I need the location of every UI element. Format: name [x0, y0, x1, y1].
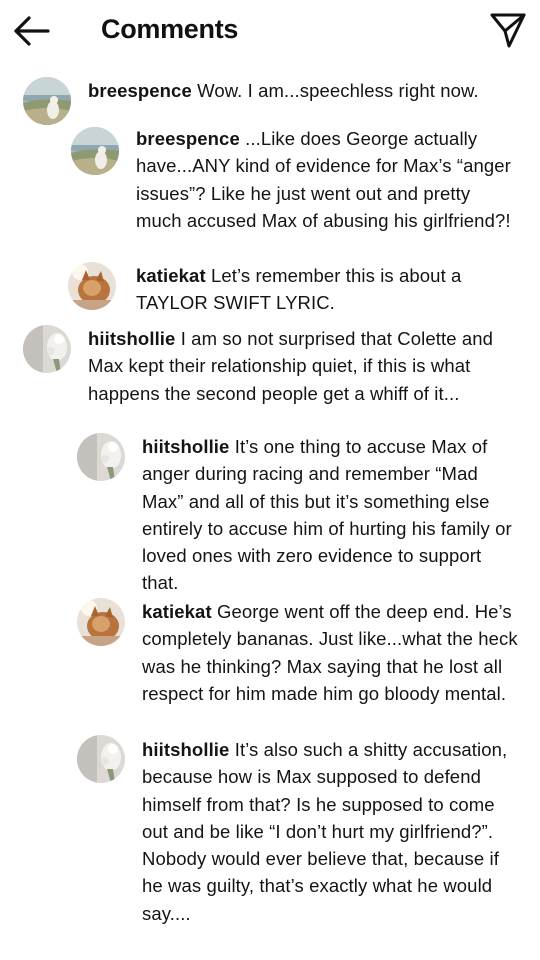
comment-text: Wow. I am...speechless right now.	[197, 80, 479, 101]
arrow-left-icon	[14, 16, 50, 46]
avatar[interactable]	[77, 735, 125, 783]
cat-photo-icon	[77, 598, 125, 646]
comment-username[interactable]: breespence	[88, 80, 192, 101]
comment-username[interactable]: katiekat	[142, 601, 212, 622]
avatar[interactable]	[68, 262, 116, 310]
share-button[interactable]	[484, 10, 528, 50]
avatar[interactable]	[71, 127, 119, 175]
cat-photo-icon	[68, 262, 116, 310]
paper-plane-icon	[490, 13, 526, 48]
flowers-photo-icon	[77, 735, 125, 783]
back-button[interactable]	[10, 12, 54, 48]
comment-username[interactable]: katiekat	[136, 265, 206, 286]
flowers-photo-icon	[77, 433, 125, 481]
comment-username[interactable]: breespence	[136, 128, 240, 149]
comment-text: It’s one thing to accuse Max of anger du…	[142, 436, 512, 594]
page-title: Comments	[101, 14, 239, 44]
avatar[interactable]	[77, 598, 125, 646]
comment-username[interactable]: hiitshollie	[142, 436, 229, 457]
avatar[interactable]	[23, 77, 71, 125]
avatar[interactable]	[23, 325, 71, 373]
comment-username[interactable]: hiitshollie	[88, 328, 175, 349]
beach-dog-photo-icon	[23, 77, 71, 125]
beach-dog-photo-icon	[71, 127, 119, 175]
comments-header: Comments	[0, 0, 540, 62]
comment-text: It’s also such a shitty accusation, beca…	[142, 739, 508, 924]
avatar[interactable]	[77, 433, 125, 481]
flowers-photo-icon	[23, 325, 71, 373]
comment-username[interactable]: hiitshollie	[142, 739, 229, 760]
